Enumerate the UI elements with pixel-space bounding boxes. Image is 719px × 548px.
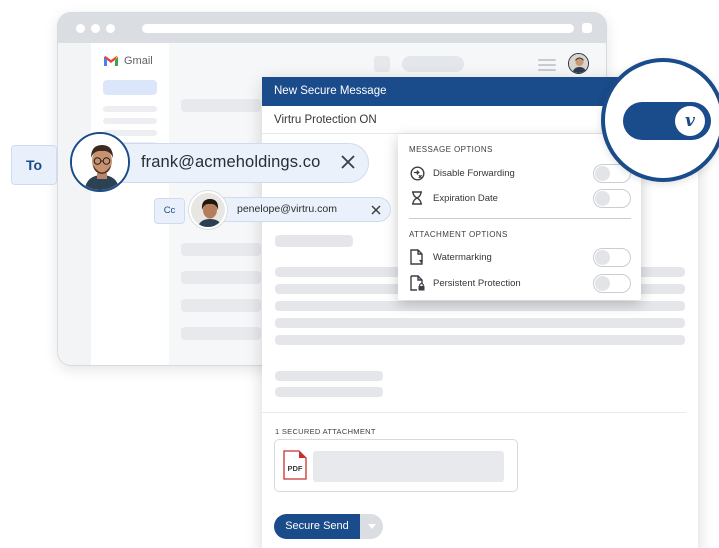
divider bbox=[262, 412, 686, 413]
window-dot[interactable] bbox=[76, 24, 85, 33]
body-placeholder bbox=[275, 235, 353, 247]
browser-titlebar bbox=[58, 13, 606, 43]
disable-forwarding-icon bbox=[409, 165, 425, 181]
recipient-email: frank@acmeholdings.co bbox=[141, 153, 321, 171]
person-icon bbox=[569, 54, 588, 73]
cc-field-label[interactable]: Cc bbox=[154, 198, 185, 224]
security-options-menu: MESSAGE OPTIONS Disable Forwarding Expir… bbox=[398, 134, 641, 300]
send-options-dropdown[interactable] bbox=[360, 514, 383, 539]
body-placeholder bbox=[275, 301, 685, 311]
search-input[interactable] bbox=[402, 56, 464, 72]
address-bar[interactable] bbox=[142, 24, 574, 33]
attachments-label: 1 SECURED ATTACHMENT bbox=[275, 427, 376, 436]
search-icon[interactable] bbox=[374, 56, 390, 72]
virtru-protection-toggle[interactable]: v bbox=[623, 102, 711, 140]
recipient-email: penelope@virtru.com bbox=[237, 203, 337, 215]
watermarking-toggle[interactable] bbox=[593, 247, 631, 267]
option-disable-forwarding[interactable]: Disable Forwarding bbox=[409, 162, 631, 184]
body-placeholder bbox=[275, 318, 685, 328]
attachment-name-placeholder bbox=[313, 451, 504, 482]
gmail-logo: Gmail bbox=[103, 55, 153, 67]
recipient-avatar bbox=[70, 132, 130, 192]
pdf-label: PDF bbox=[288, 464, 303, 473]
body-placeholder bbox=[275, 371, 383, 381]
window-dot[interactable] bbox=[106, 24, 115, 33]
email-row[interactable] bbox=[181, 243, 261, 256]
recipient-chip-cc[interactable]: penelope@virtru.com bbox=[205, 197, 391, 222]
window-button[interactable] bbox=[582, 23, 592, 33]
option-label: Disable Forwarding bbox=[433, 167, 515, 179]
attachment-card[interactable]: PDF bbox=[274, 439, 518, 492]
email-row[interactable] bbox=[181, 327, 261, 340]
recipient-chip-to[interactable]: frank@acmeholdings.co bbox=[100, 143, 369, 183]
message-options-heading: MESSAGE OPTIONS bbox=[409, 145, 493, 154]
sidebar-item[interactable] bbox=[103, 106, 157, 112]
option-persistent-protection[interactable]: Persistent Protection bbox=[409, 272, 631, 294]
attachment-options-heading: ATTACHMENT OPTIONS bbox=[409, 230, 508, 239]
gmail-app-name: Gmail bbox=[124, 55, 153, 67]
option-label: Watermarking bbox=[433, 251, 492, 263]
close-icon[interactable] bbox=[370, 204, 382, 216]
close-icon[interactable] bbox=[339, 153, 357, 171]
divider bbox=[409, 218, 631, 219]
persistent-protection-toggle[interactable] bbox=[593, 273, 631, 293]
to-field-label[interactable]: To bbox=[11, 145, 57, 185]
menu-icon[interactable] bbox=[538, 59, 556, 74]
expiration-date-toggle[interactable] bbox=[593, 188, 631, 208]
chevron-down-icon bbox=[367, 524, 376, 529]
email-row[interactable] bbox=[181, 271, 261, 284]
virtru-logo-icon: v bbox=[675, 106, 705, 136]
compose-button-placeholder[interactable] bbox=[103, 80, 157, 95]
recipient-avatar bbox=[189, 191, 227, 229]
hourglass-icon bbox=[409, 190, 425, 206]
email-row[interactable] bbox=[181, 299, 261, 312]
account-avatar[interactable] bbox=[568, 53, 589, 74]
email-row[interactable] bbox=[181, 99, 261, 112]
option-watermarking[interactable]: Watermarking bbox=[409, 246, 631, 268]
virtru-badge: v bbox=[601, 58, 719, 182]
pdf-file-icon: PDF bbox=[283, 450, 307, 480]
gmail-m-icon bbox=[104, 56, 118, 66]
body-placeholder bbox=[275, 387, 383, 397]
locked-file-icon bbox=[409, 275, 425, 291]
sidebar-item[interactable] bbox=[103, 118, 157, 124]
watermark-file-icon bbox=[409, 249, 425, 265]
window-dot[interactable] bbox=[91, 24, 100, 33]
secure-send-button[interactable]: Secure Send bbox=[274, 514, 360, 539]
body-placeholder bbox=[275, 335, 685, 345]
option-label: Persistent Protection bbox=[433, 277, 521, 289]
option-expiration-date[interactable]: Expiration Date bbox=[409, 187, 631, 209]
option-label: Expiration Date bbox=[433, 192, 498, 204]
